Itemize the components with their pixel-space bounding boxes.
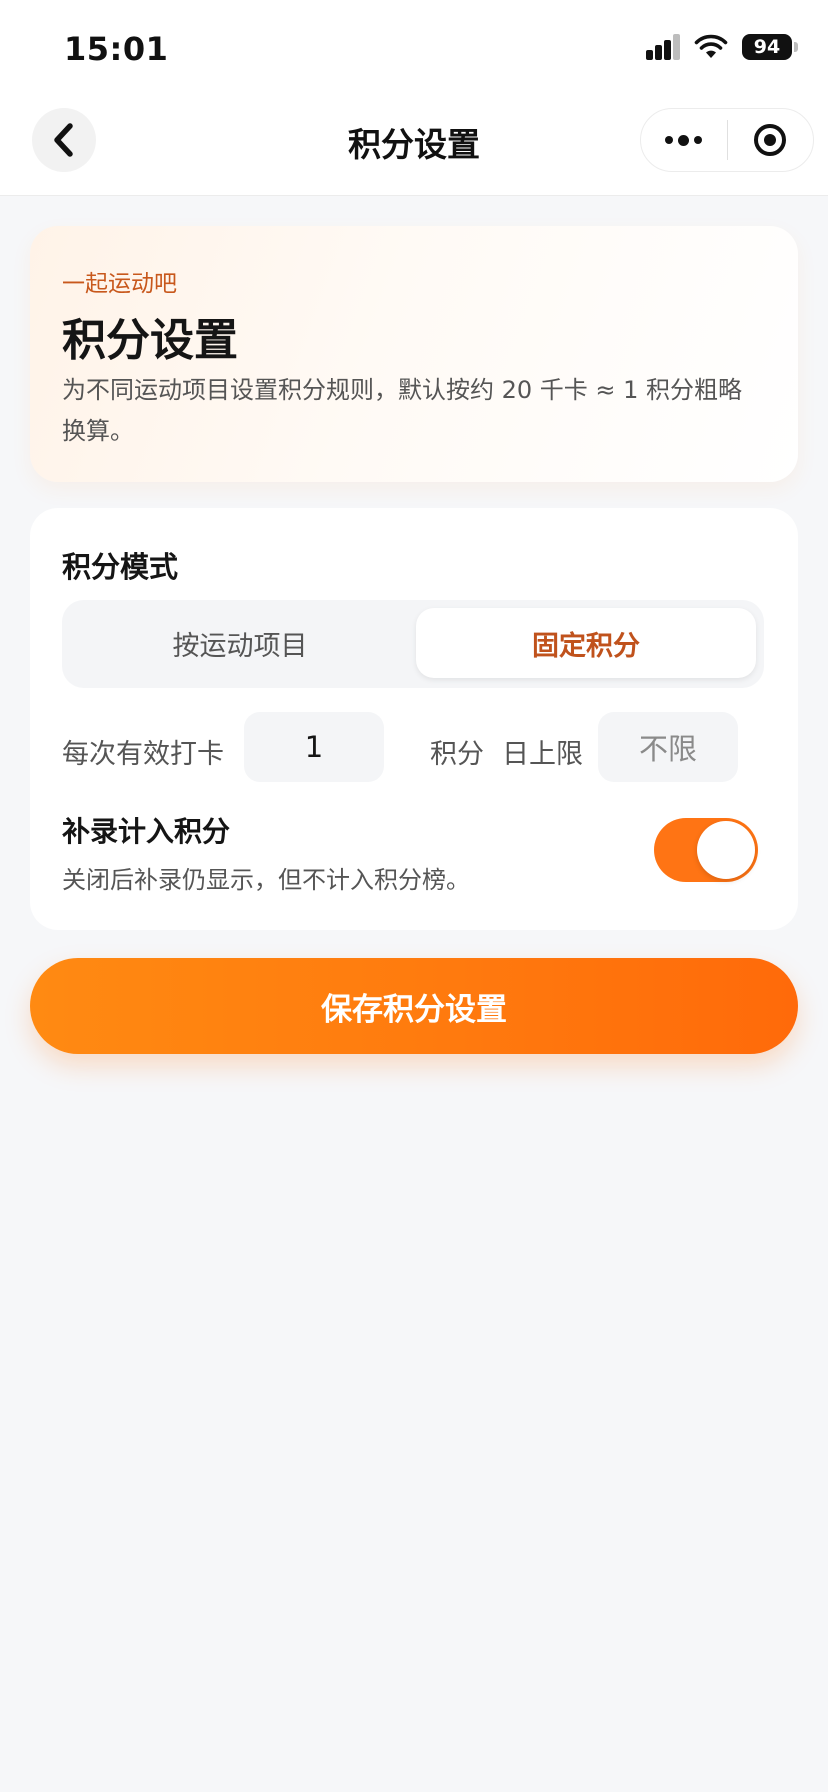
points-row: 每次有效打卡 1 积分 日上限 不限 <box>62 712 764 782</box>
wifi-icon <box>694 34 728 58</box>
intro-title: 积分设置 <box>62 315 238 366</box>
intro-eyebrow: 一起运动吧 <box>62 271 177 297</box>
header: 15:01 94 积分设置 <box>0 0 828 196</box>
status-icons: 94 <box>646 34 798 60</box>
makeup-description: 关闭后补录仍显示，但不计入积分榜。 <box>62 866 470 894</box>
battery-icon: 94 <box>742 34 798 60</box>
mode-option-fixed[interactable]: 固定积分 <box>416 608 756 678</box>
mini-program-capsule <box>640 108 814 172</box>
more-button[interactable] <box>641 109 727 171</box>
points-unit-label: 积分 <box>430 739 484 770</box>
more-dots-icon <box>665 134 703 146</box>
save-settings-button[interactable]: 保存积分设置 <box>30 958 798 1054</box>
makeup-toggle[interactable] <box>654 818 758 882</box>
intro-description: 为不同运动项目设置积分规则，默认按约 20 千卡 ≈ 1 积分粗略换算。 <box>62 376 743 445</box>
mode-segmented-control: 按运动项目 固定积分 <box>62 600 764 688</box>
points-settings-card: 积分模式 按运动项目 固定积分 每次有效打卡 1 积分 日上限 不限 补录计入积… <box>30 508 798 930</box>
mode-title: 积分模式 <box>62 550 179 584</box>
close-mini-program-button[interactable] <box>728 109 814 171</box>
page: 15:01 94 积分设置 一起运动吧 积分设置 为不同运动项目设置积分规则，默… <box>0 0 828 1792</box>
daily-limit-input[interactable]: 不限 <box>598 712 738 782</box>
cellular-signal-icon <box>646 34 680 60</box>
intro-card: 一起运动吧 积分设置 为不同运动项目设置积分规则，默认按约 20 千卡 ≈ 1 … <box>30 226 798 482</box>
status-time: 15:01 <box>64 30 169 68</box>
per-checkin-points-input[interactable]: 1 <box>244 712 384 782</box>
per-checkin-label: 每次有效打卡 <box>62 739 224 770</box>
battery-level: 94 <box>753 36 781 58</box>
makeup-title: 补录计入积分 <box>62 815 231 848</box>
toggle-knob <box>697 821 755 879</box>
daily-limit-label: 日上限 <box>502 739 583 770</box>
mode-option-by-sport[interactable]: 按运动项目 <box>70 608 410 678</box>
target-icon <box>754 124 787 156</box>
